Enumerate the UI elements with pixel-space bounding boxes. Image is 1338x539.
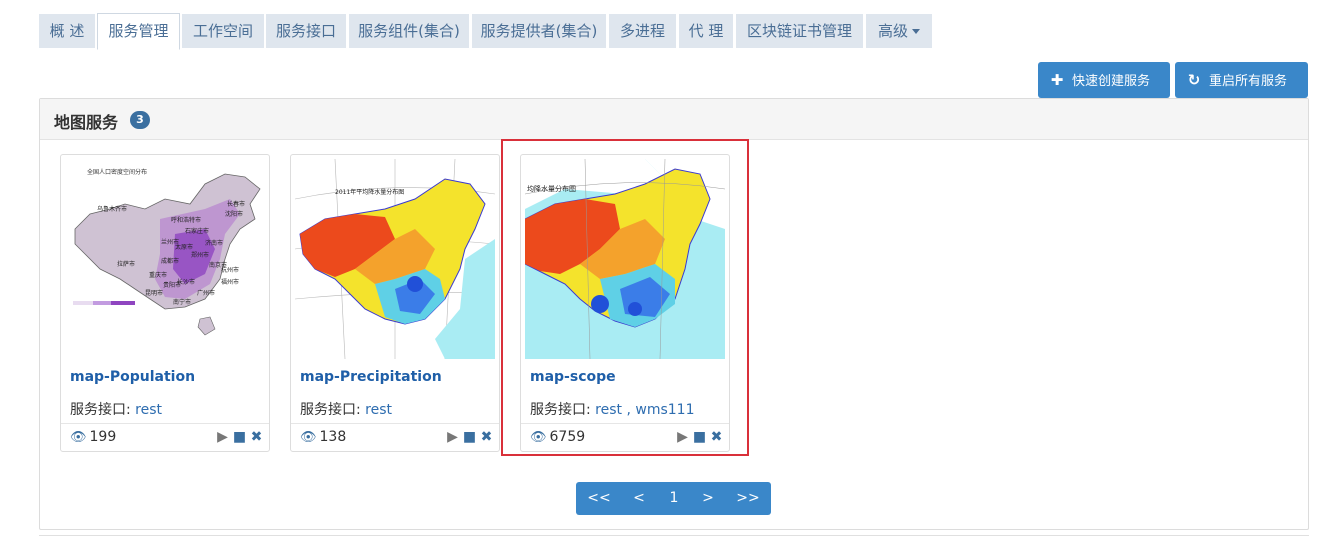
tab-proxy[interactable]: 代 理 xyxy=(679,14,733,48)
start-icon[interactable]: ▶ xyxy=(444,429,461,445)
map-city-label: 石家庄市 xyxy=(185,227,209,235)
view-count-value: 138 xyxy=(319,429,347,445)
card-footer: 👁 199 ▶ ■ ✖ xyxy=(61,423,269,453)
map-city-label: 呼和浩特市 xyxy=(171,216,201,224)
pagination: << < 1 > >> xyxy=(576,482,771,515)
map-city-label: 成都市 xyxy=(161,257,179,265)
map-city-label: 贵阳市 xyxy=(163,281,181,289)
page-prev-button[interactable]: < xyxy=(624,482,654,515)
view-count: 👁 199 xyxy=(70,429,116,445)
map-city-label: 太原市 xyxy=(175,243,193,251)
service-name-link[interactable]: map-Precipitation xyxy=(300,369,442,385)
tab-advanced[interactable]: 高级 xyxy=(866,14,932,48)
map-city-label: 福州市 xyxy=(221,278,239,286)
tab-blockchain-cert[interactable]: 区块链证书管理 xyxy=(736,14,863,48)
precipitation-map-title: 2011年平均降水量分布图 xyxy=(335,188,404,196)
panel-header: 地图服务 3 xyxy=(40,99,1308,140)
start-icon[interactable]: ▶ xyxy=(214,429,231,445)
selection-highlight xyxy=(501,139,749,456)
page-last-button[interactable]: >> xyxy=(730,482,766,515)
map-thumbnail-population[interactable]: 全国人口密度空间分布 乌鲁木齐市 呼和浩特市 长春市 沈阳市 石家庄市 兰州市 … xyxy=(65,159,265,359)
map-city-label: 重庆市 xyxy=(149,271,167,279)
view-count: 👁 138 xyxy=(300,429,346,445)
interface-label: 服务接口: xyxy=(300,402,361,418)
tab-service-provider[interactable]: 服务提供者(集合) xyxy=(472,14,606,48)
restart-all-label: 重启所有服务 xyxy=(1209,74,1288,89)
page-current[interactable]: 1 xyxy=(660,482,688,515)
map-city-label: 拉萨市 xyxy=(117,260,135,268)
precipitation-map-image: 2011年平均降水量分布图 xyxy=(295,159,495,359)
map-city-label: 长春市 xyxy=(227,200,245,208)
map-city-label: 广州市 xyxy=(197,289,215,297)
divider xyxy=(39,535,1309,536)
quick-create-service-button[interactable]: ✚ 快速创建服务 xyxy=(1038,62,1170,98)
tab-service-management[interactable]: 服务管理 xyxy=(97,13,180,50)
service-name-link[interactable]: map-Population xyxy=(70,369,195,385)
stop-icon[interactable]: ■ xyxy=(461,429,478,445)
eye-icon: 👁 xyxy=(300,430,317,445)
page-next-button[interactable]: > xyxy=(693,482,723,515)
delete-icon[interactable]: ✖ xyxy=(248,429,265,445)
service-interface: 服务接口: rest xyxy=(300,399,392,419)
card-actions: ▶ ■ ✖ xyxy=(214,429,265,445)
interface-link[interactable]: rest xyxy=(135,402,162,418)
population-map-title: 全国人口密度空间分布 xyxy=(87,168,147,176)
page-first-button[interactable]: << xyxy=(582,482,616,515)
interface-label: 服务接口: xyxy=(70,402,131,418)
tab-overview[interactable]: 概 述 xyxy=(39,14,95,48)
quick-create-label: 快速创建服务 xyxy=(1072,74,1151,89)
tab-multi-process[interactable]: 多进程 xyxy=(609,14,676,48)
map-city-label: 昆明市 xyxy=(145,289,163,297)
card-actions: ▶ ■ ✖ xyxy=(444,429,495,445)
restart-all-services-button[interactable]: ↻ 重启所有服务 xyxy=(1175,62,1308,98)
view-count-value: 199 xyxy=(89,429,117,445)
service-count-badge: 3 xyxy=(130,111,150,129)
eye-icon: 👁 xyxy=(70,430,87,445)
service-card-precipitation[interactable]: 2011年平均降水量分布图 map-Precipitation 服务接口: re… xyxy=(290,154,500,452)
refresh-icon: ↻ xyxy=(1187,71,1201,89)
map-city-label: 济南市 xyxy=(205,239,223,247)
map-city-label: 杭州市 xyxy=(221,266,239,274)
map-city-label: 沈阳市 xyxy=(225,210,243,218)
interface-link[interactable]: rest xyxy=(365,402,392,418)
tab-service-interface[interactable]: 服务接口 xyxy=(266,14,346,48)
population-map-image: 全国人口密度空间分布 乌鲁木齐市 呼和浩特市 长春市 沈阳市 石家庄市 兰州市 … xyxy=(65,159,265,359)
map-city-label: 南宁市 xyxy=(173,298,191,306)
plus-icon: ✚ xyxy=(1050,71,1064,89)
delete-icon[interactable]: ✖ xyxy=(478,429,495,445)
service-interface: 服务接口: rest xyxy=(70,399,162,419)
map-city-label: 乌鲁木齐市 xyxy=(97,205,127,213)
map-city-label: 郑州市 xyxy=(191,251,209,259)
service-card-population[interactable]: 全国人口密度空间分布 乌鲁木齐市 呼和浩特市 长春市 沈阳市 石家庄市 兰州市 … xyxy=(60,154,270,452)
tab-advanced-label: 高级 xyxy=(877,22,908,40)
tab-service-component[interactable]: 服务组件(集合) xyxy=(349,14,469,48)
card-footer: 👁 138 ▶ ■ ✖ xyxy=(291,423,499,453)
top-tab-bar: 概 述 服务管理 工作空间 服务接口 服务组件(集合) 服务提供者(集合) 多进… xyxy=(39,13,1308,50)
stop-icon[interactable]: ■ xyxy=(231,429,248,445)
tab-workspace[interactable]: 工作空间 xyxy=(182,14,264,48)
panel-title: 地图服务 xyxy=(54,113,119,132)
caret-down-icon xyxy=(912,29,920,34)
map-thumbnail-precipitation[interactable]: 2011年平均降水量分布图 xyxy=(295,159,495,359)
